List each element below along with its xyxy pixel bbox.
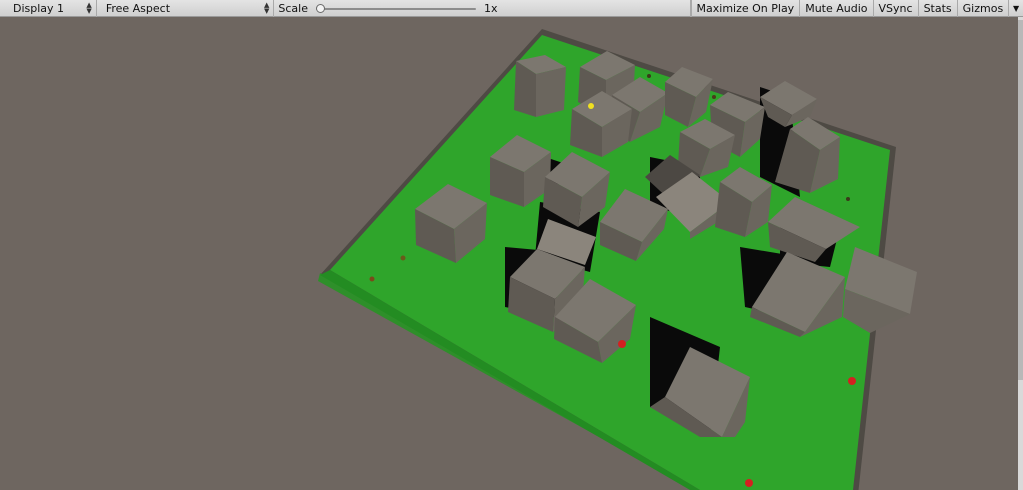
yellow-sphere — [588, 103, 594, 109]
aspect-dropdown-label: Free Aspect — [105, 2, 171, 15]
maximize-on-play-button[interactable]: Maximize On Play — [690, 0, 800, 17]
small-sphere — [369, 276, 375, 282]
red-sphere — [745, 479, 753, 487]
aspect-dropdown[interactable]: Free Aspect ▲ ▼ — [97, 0, 275, 17]
scene-render — [318, 29, 917, 490]
small-sphere — [712, 95, 716, 99]
game-view-toolbar: Display 1 ▲ ▼ Free Aspect ▲ ▼ Scale 1x Max… — [0, 0, 1023, 17]
scale-slider[interactable] — [316, 3, 477, 15]
mute-audio-button[interactable]: Mute Audio — [799, 0, 872, 17]
cube — [514, 55, 566, 117]
small-sphere — [400, 255, 406, 261]
updown-arrows-icon: ▲ ▼ — [86, 1, 92, 15]
red-sphere — [618, 340, 626, 348]
scrollbar-thumb[interactable] — [1018, 20, 1023, 380]
gizmos-button[interactable]: Gizmos — [956, 0, 1009, 17]
red-sphere — [848, 377, 856, 385]
scale-label: Scale — [278, 2, 309, 15]
display-dropdown-label: Display 1 — [13, 2, 65, 15]
updown-arrows-icon: ▲ ▼ — [264, 1, 270, 15]
display-dropdown[interactable]: Display 1 ▲ ▼ — [0, 0, 97, 17]
small-sphere — [846, 197, 850, 201]
scale-value: 1x — [484, 2, 498, 15]
viewport-scrollbar[interactable] — [1018, 17, 1023, 490]
vsync-button[interactable]: VSync — [872, 0, 918, 17]
game-viewport[interactable] — [0, 17, 1023, 490]
cube — [843, 247, 917, 333]
triangle-down-icon[interactable]: ▼ — [1008, 0, 1023, 17]
scale-control: Scale 1x — [274, 0, 691, 17]
scale-slider-handle[interactable] — [316, 3, 326, 13]
scale-slider-track — [316, 7, 477, 10]
small-sphere — [647, 74, 651, 78]
stats-button[interactable]: Stats — [917, 0, 957, 17]
